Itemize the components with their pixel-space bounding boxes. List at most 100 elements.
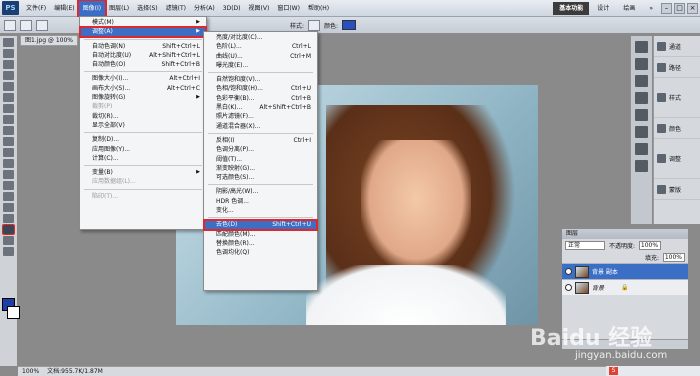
adj-brightness-contrast[interactable]: 亮度/对比度(C)... [204,33,317,42]
background-color[interactable] [7,306,20,319]
menu-item-rotation[interactable]: 图像旋转(G) ▶ [80,93,206,102]
menu-item-trim[interactable]: 裁切(R)... [80,112,206,121]
menu-item-duplicate[interactable]: 复制(D)... [80,135,206,144]
menu-item-auto-color[interactable]: 自动颜色(O) Shift+Ctrl+B [80,60,206,69]
document-tab[interactable]: 图1.jpg @ 100% [20,35,78,46]
zoom-level[interactable]: 100% [22,367,39,376]
move-tool-icon[interactable] [3,38,14,47]
adj-match-color[interactable]: 匹配颜色(M)... [204,230,317,239]
zoom-tool-icon[interactable] [3,247,14,256]
menu-edit[interactable]: 编辑(E) [50,1,78,16]
menu-item-auto-contrast[interactable]: 自动对比度(U) Alt+Shift+Ctrl+L [80,51,206,60]
menu-window[interactable]: 窗口(W) [273,1,304,16]
healing-tool-icon[interactable] [3,104,14,113]
adj-threshold[interactable]: 阈值(T)... [204,155,317,164]
panel-styles[interactable]: 样式 [654,78,700,118]
actions-icon[interactable] [635,58,648,70]
navigator-icon[interactable] [635,92,648,104]
brush-tool-icon[interactable] [3,115,14,124]
workspace-design[interactable]: 设计 [591,2,615,15]
eyedropper-tool-icon[interactable] [3,93,14,102]
menu-help[interactable]: 帮助(H) [304,1,333,16]
minimize-button[interactable]: – [661,3,672,14]
menu-item-variables[interactable]: 变量(B) ▶ [80,168,206,177]
opacity-input[interactable]: 100% [639,240,662,250]
lasso-tool-icon[interactable] [3,60,14,69]
adj-channel-mixer[interactable]: 通道混合器(X)... [204,122,317,131]
adj-color-balance[interactable]: 色彩平衡(B)... Ctrl+B [204,94,317,103]
tool-preset-icon[interactable] [4,19,16,31]
adj-black-white[interactable]: 黑白(K)... Alt+Shift+Ctrl+B [204,103,317,112]
shape-tool-icon[interactable] [2,224,15,235]
brush-preset-icon[interactable] [635,109,648,121]
adj-invert[interactable]: 反相(I) Ctrl+I [204,136,317,145]
menu-item-calculations[interactable]: 计算(C)... [80,154,206,163]
menu-select[interactable]: 选择(S) [133,1,162,16]
adj-replace-color[interactable]: 替换颜色(R)... [204,239,317,248]
panel-paths[interactable]: 路径 [654,57,700,78]
panel-channels[interactable]: 通道 [654,36,700,57]
close-button[interactable]: × [687,3,698,14]
fill-input[interactable]: 100% [663,252,685,262]
history-icon[interactable] [635,41,648,53]
visibility-eye-icon[interactable] [565,268,572,275]
quick-select-tool-icon[interactable] [3,71,14,80]
new-selection-icon[interactable] [20,19,32,31]
paragraph-icon[interactable] [635,160,648,172]
marquee-tool-icon[interactable] [3,49,14,58]
adj-hdr-toning[interactable]: HDR 色调... [204,197,317,206]
menu-item-auto-tone[interactable]: 自动色调(N) Shift+Ctrl+L [80,42,206,51]
menu-filter[interactable]: 滤镜(T) [162,1,190,16]
type-tool-icon[interactable] [3,203,14,212]
workspace-paint[interactable]: 绘画 [617,2,641,15]
adj-curves[interactable]: 曲线(U)... Ctrl+M [204,52,317,61]
menu-file[interactable]: 文件(F) [22,1,50,16]
menu-item-apply-image[interactable]: 应用图像(Y)... [80,145,206,154]
layer-background-copy[interactable]: 背景 副本 [562,263,688,279]
info-icon[interactable] [635,75,648,87]
adj-desaturate[interactable]: 去色(D) Shift+Ctrl+U [203,219,318,231]
history-brush-icon[interactable] [3,137,14,146]
adj-hue-saturation[interactable]: 色相/饱和度(H)... Ctrl+U [204,84,317,93]
dodge-tool-icon[interactable] [3,181,14,190]
panel-masks[interactable]: 蒙版 [654,179,700,200]
maximize-button[interactable]: □ [674,3,685,14]
style-swatch[interactable] [307,19,320,31]
character-icon[interactable] [635,143,648,155]
adj-selective-color[interactable]: 可选颜色(S)... [204,173,317,182]
pen-tool-icon[interactable] [3,192,14,201]
menu-item-reveal-all[interactable]: 显示全部(V) [80,121,206,130]
crop-tool-icon[interactable] [3,82,14,91]
blur-tool-icon[interactable] [3,170,14,179]
panel-color[interactable]: 颜色 [654,118,700,139]
menu-item-canvas-size[interactable]: 画布大小(S)... Alt+Ctrl+C [80,84,206,93]
adj-gradient-map[interactable]: 渐变映射(G)... [204,164,317,173]
clone-source-icon[interactable] [635,126,648,138]
adj-shadows-highlights[interactable]: 阴影/高光(W)... [204,187,317,196]
blend-mode-select[interactable]: 正常 [565,240,605,250]
menu-3d[interactable]: 3D(D) [219,1,245,16]
adj-variations[interactable]: 变化... [204,206,317,215]
menu-item-mode[interactable]: 模式(M) ▶ [80,18,206,27]
workspace-basic[interactable]: 基本功能 [553,2,590,15]
stamp-tool-icon[interactable] [3,126,14,135]
adj-vibrance[interactable]: 自然饱和度(V)... [204,75,317,84]
eraser-tool-icon[interactable] [3,148,14,157]
adj-photo-filter[interactable]: 照片滤镜(F)... [204,112,317,121]
panel-adjustments[interactable]: 调整 [654,139,700,179]
sogou-icon[interactable]: S [609,367,618,375]
menu-item-image-size[interactable]: 图像大小(I)... Alt+Ctrl+I [80,74,206,83]
menu-view[interactable]: 视图(V) [245,1,274,16]
add-selection-icon[interactable] [36,19,48,31]
gradient-tool-icon[interactable] [3,159,14,168]
adj-posterize[interactable]: 色调分离(P)... [204,145,317,154]
menu-image[interactable]: 图像(I) [76,0,108,18]
path-select-icon[interactable] [3,214,14,223]
menu-item-adjustments[interactable]: 调整(A) ▶ [79,26,207,38]
workspace-more[interactable]: » [643,2,659,15]
color-swatch[interactable] [342,20,356,30]
layer-background[interactable]: 背景 🔒 [562,279,688,295]
visibility-eye-icon[interactable] [565,284,572,291]
adj-exposure[interactable]: 曝光度(E)... [204,61,317,70]
menu-layer[interactable]: 图层(L) [105,1,133,16]
